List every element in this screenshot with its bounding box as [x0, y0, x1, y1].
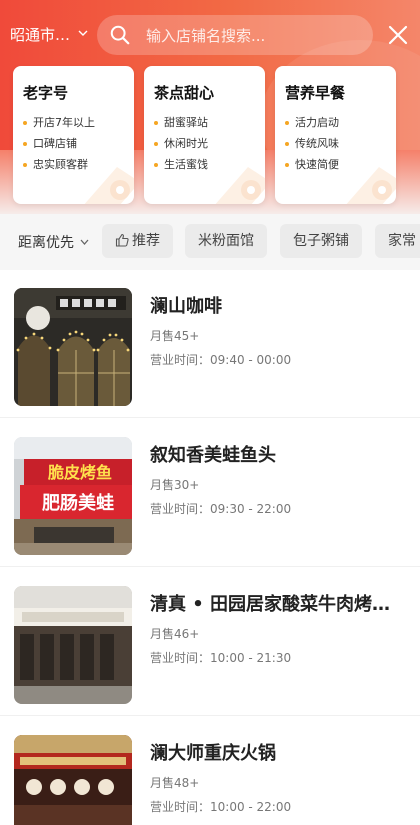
shop-hours: 营业时间：10:00 - 22:00: [150, 800, 292, 814]
sign-text: 脆皮烤鱼: [48, 463, 112, 482]
filter-bar: 距离优先 推荐 米粉面馆 包子粥铺 家常: [0, 214, 420, 270]
filter-chip-recommend[interactable]: 推荐: [102, 224, 173, 258]
chevron-down-icon[interactable]: [80, 238, 89, 246]
filter-chip-noodles[interactable]: 米粉面馆: [185, 224, 267, 258]
category-card-breakfast[interactable]: 营养早餐 活力启动 传统风味 快速简便: [275, 66, 396, 204]
category-tag: 传统风味: [285, 133, 339, 154]
category-card-tea-dessert[interactable]: 茶点甜心 甜蜜驿站 休闲时光 生活蜜饯: [144, 66, 265, 204]
shop-name: 叙知香美蛙鱼头: [150, 445, 276, 466]
category-tag: 甜蜜驿站: [154, 112, 208, 133]
filter-chip-homestyle[interactable]: 家常: [375, 224, 420, 258]
sort-dropdown[interactable]: 距离优先: [18, 232, 74, 252]
shop-monthly-sales: 月售30+: [150, 478, 200, 492]
close-icon[interactable]: [387, 24, 409, 46]
thumbs-up-icon: [115, 233, 129, 247]
shop-photo: [14, 288, 132, 406]
category-tags: 活力启动 传统风味 快速简便: [285, 112, 339, 175]
category-tags: 甜蜜驿站 休闲时光 生活蜜饯: [154, 112, 208, 175]
sign-text: 肥肠美蛙: [41, 492, 114, 514]
filter-chip-buns-porridge[interactable]: 包子粥铺: [280, 224, 362, 258]
card-decoration-icon: [346, 167, 396, 204]
category-tag: 开店7年以上: [23, 112, 95, 133]
page: 昭通市… 输入店铺名搜索... 老字号 开店7年以上 口碑店铺 忠实顾客群 茶点…: [0, 0, 420, 825]
category-title: 营养早餐: [285, 84, 346, 102]
shop-monthly-sales: 月售48+: [150, 776, 200, 790]
shop-hours: 营业时间：09:40 - 00:00: [150, 353, 292, 367]
divider: [0, 715, 420, 716]
shop-list-item[interactable]: 澜山咖啡 月售45+ 营业时间：09:40 - 00:00: [0, 270, 420, 418]
chevron-down-icon[interactable]: [78, 28, 88, 38]
category-tag: 快速简便: [285, 154, 339, 175]
shop-photo: [14, 586, 132, 704]
shop-hours: 营业时间：10:00 - 21:30: [150, 651, 292, 665]
category-title: 老字号: [23, 84, 69, 102]
shop-photo: 脆皮烤鱼 肥肠美蛙: [14, 437, 132, 555]
category-tag: 休闲时光: [154, 133, 208, 154]
shop-monthly-sales: 月售45+: [150, 329, 200, 343]
card-decoration-icon: [84, 167, 134, 204]
shop-hours: 营业时间：09:30 - 22:00: [150, 502, 292, 516]
shop-name: 澜大师重庆火锅: [150, 743, 276, 764]
top-bar: 昭通市… 输入店铺名搜索...: [0, 14, 420, 56]
shop-photo: [14, 735, 132, 825]
category-tag: 口碑店铺: [23, 133, 95, 154]
shop-name: 清真 • 田园居家酸菜牛肉烤…: [150, 594, 391, 615]
category-card-laozihao[interactable]: 老字号 开店7年以上 口碑店铺 忠实顾客群: [13, 66, 134, 204]
shop-list-item[interactable]: 澜大师重庆火锅 月售48+ 营业时间：10:00 - 22:00: [0, 717, 420, 825]
chip-label: 推荐: [132, 233, 160, 249]
search-placeholder: 输入店铺名搜索...: [146, 27, 266, 45]
search-icon: [110, 25, 130, 45]
shop-monthly-sales: 月售46+: [150, 627, 200, 641]
search-input[interactable]: 输入店铺名搜索...: [97, 15, 373, 55]
shop-list-item[interactable]: 脆皮烤鱼 肥肠美蛙 叙知香美蛙鱼头 月售30+ 营业时间：09:30 - 22:…: [0, 419, 420, 567]
card-decoration-icon: [215, 167, 265, 204]
city-selector-label[interactable]: 昭通市…: [10, 24, 70, 45]
divider: [0, 417, 420, 418]
shop-name: 澜山咖啡: [150, 296, 222, 317]
divider: [0, 566, 420, 567]
category-tag: 活力启动: [285, 112, 339, 133]
category-tag: 生活蜜饯: [154, 154, 208, 175]
shop-list-item[interactable]: 清真 • 田园居家酸菜牛肉烤… 月售46+ 营业时间：10:00 - 21:30: [0, 568, 420, 716]
category-title: 茶点甜心: [154, 84, 215, 102]
